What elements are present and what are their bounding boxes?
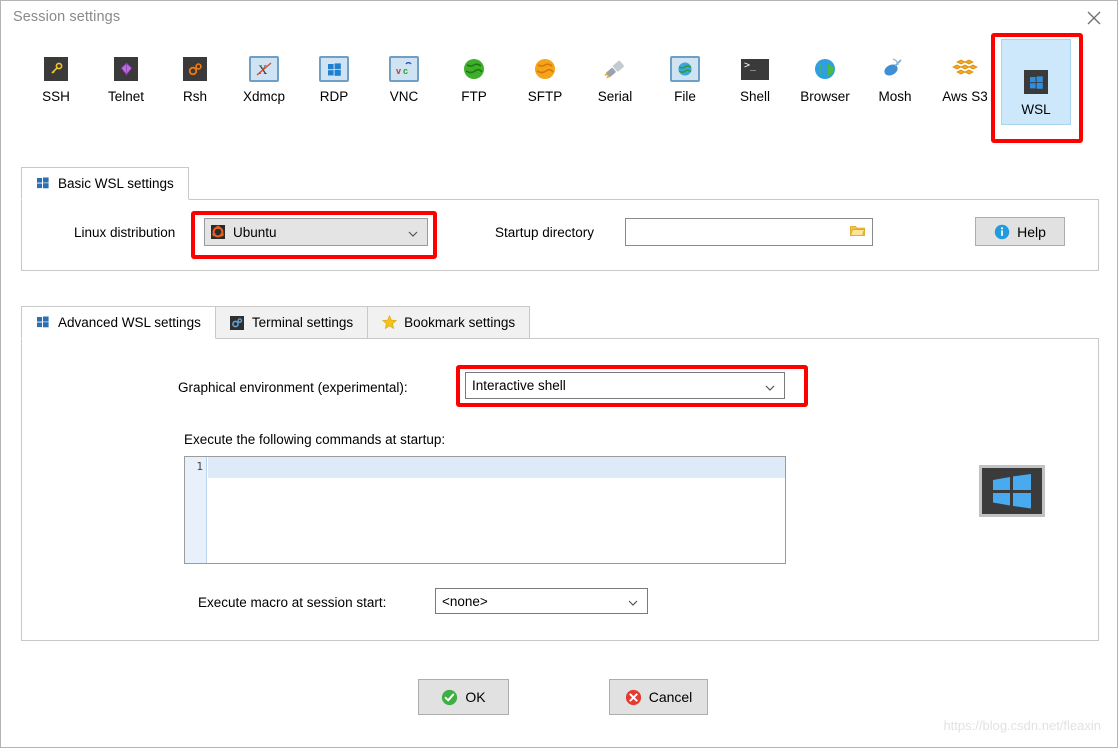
session-type-toolbar: SSH Telnet Rsh X Xdmcp RDP — [1, 33, 1117, 147]
graphical-environment-label: Graphical environment (experimental): — [178, 380, 408, 395]
session-settings-window: Session settings SSH Telnet Rsh Xdmcp RD… — [0, 0, 1118, 748]
session-type-aws-s3[interactable]: Aws S3 — [930, 53, 1000, 104]
session-type-wsl[interactable]: WSL — [1001, 39, 1071, 125]
aws-s3-boxes-icon — [949, 53, 981, 85]
browser-globe-icon — [809, 53, 841, 85]
help-button[interactable]: Help — [975, 217, 1065, 246]
windows-logo-icon — [979, 465, 1045, 517]
session-type-browser[interactable]: Browser — [790, 53, 860, 104]
execute-macro-value: <none> — [442, 593, 488, 609]
session-type-label: Telnet — [107, 89, 145, 104]
ssh-key-icon — [40, 53, 72, 85]
session-type-file[interactable]: File — [650, 53, 720, 104]
chevron-down-icon — [628, 596, 638, 606]
terminal-settings-icon — [230, 315, 245, 330]
session-type-label: Serial — [597, 89, 633, 104]
chevron-down-icon — [765, 381, 775, 391]
telnet-gem-icon — [110, 53, 142, 85]
file-monitor-icon — [669, 53, 701, 85]
session-type-label: Browser — [800, 89, 850, 104]
session-type-label: Aws S3 — [942, 89, 988, 104]
wsl-windows-icon — [1020, 66, 1052, 98]
cancel-circle-icon — [625, 689, 642, 706]
session-type-ftp[interactable]: FTP — [439, 53, 509, 104]
session-type-label: SSH — [42, 89, 70, 104]
tab-label: Terminal settings — [251, 315, 354, 330]
session-type-serial[interactable]: Serial — [580, 53, 650, 104]
execute-macro-select[interactable]: <none> — [435, 588, 648, 614]
session-type-label: File — [674, 89, 696, 104]
watermark-text: https://blog.csdn.net/fleaxin — [943, 718, 1101, 733]
vnc-monitor-icon: vc — [388, 53, 420, 85]
startup-directory-input[interactable] — [625, 218, 873, 246]
close-icon[interactable] — [1083, 7, 1105, 29]
ftp-green-globe-icon — [458, 53, 490, 85]
xdmcp-monitor-icon: X — [248, 53, 280, 85]
svg-text:c: c — [403, 66, 408, 76]
linux-distribution-value: Ubuntu — [233, 224, 277, 240]
tab-label: Basic WSL settings — [58, 176, 174, 191]
graphical-environment-select[interactable]: Interactive shell — [465, 372, 785, 399]
linux-distribution-select[interactable]: Ubuntu — [204, 218, 428, 246]
startup-commands-editor[interactable]: 1 — [184, 456, 786, 564]
ok-button[interactable]: OK — [418, 679, 509, 715]
tab-label: Bookmark settings — [404, 315, 516, 330]
session-type-mosh[interactable]: Mosh — [860, 53, 930, 104]
session-type-ssh[interactable]: SSH — [21, 53, 91, 104]
session-type-label: FTP — [461, 89, 487, 104]
basic-wsl-settings-panel: Linux distribution Ubuntu Startup direct… — [21, 199, 1099, 271]
tab-terminal-settings[interactable]: Terminal settings — [214, 306, 369, 339]
editor-line-numbers: 1 — [185, 457, 207, 563]
graphical-environment-value: Interactive shell — [472, 378, 566, 393]
session-type-label: RDP — [319, 89, 349, 104]
session-type-sftp[interactable]: SFTP — [510, 53, 580, 104]
session-type-label: WSL — [1021, 102, 1051, 117]
info-icon — [994, 224, 1010, 240]
mosh-satellite-icon — [879, 53, 911, 85]
session-type-label: SFTP — [527, 89, 563, 104]
session-type-label: Rsh — [182, 89, 207, 104]
title-bar: Session settings — [1, 1, 1117, 35]
windows-squares-icon — [36, 315, 51, 330]
advanced-panel-tabstrip: Advanced WSL settings Terminal settings … — [21, 306, 621, 339]
tab-bookmark-settings[interactable]: Bookmark settings — [367, 306, 531, 339]
session-type-label: Mosh — [878, 89, 912, 104]
tab-basic-wsl-settings[interactable]: Basic WSL settings — [21, 167, 189, 200]
folder-open-icon[interactable] — [849, 224, 866, 240]
advanced-wsl-settings-panel: Graphical environment (experimental): In… — [21, 338, 1099, 641]
tab-label: Advanced WSL settings — [58, 315, 201, 330]
cancel-button-label: Cancel — [648, 689, 693, 705]
sftp-orange-globe-icon — [529, 53, 561, 85]
shell-terminal-icon: >_ — [739, 53, 771, 85]
check-circle-icon — [441, 689, 458, 706]
window-title: Session settings — [13, 9, 121, 25]
ubuntu-icon — [211, 224, 226, 240]
execute-macro-label: Execute macro at session start: — [198, 595, 387, 610]
rdp-monitor-icon — [318, 53, 350, 85]
help-button-label: Help — [1017, 223, 1046, 240]
session-type-rsh[interactable]: Rsh — [160, 53, 230, 104]
session-type-shell[interactable]: >_ Shell — [720, 53, 790, 104]
session-type-label: Shell — [739, 89, 771, 104]
startup-directory-label: Startup directory — [495, 225, 595, 240]
tab-advanced-wsl-settings[interactable]: Advanced WSL settings — [21, 306, 216, 339]
cancel-button[interactable]: Cancel — [609, 679, 708, 715]
windows-squares-icon — [36, 176, 51, 191]
linux-distribution-label: Linux distribution — [74, 225, 176, 240]
editor-current-line-highlight — [208, 457, 785, 478]
session-type-label: VNC — [389, 89, 419, 104]
session-type-telnet[interactable]: Telnet — [91, 53, 161, 104]
session-type-xdmcp[interactable]: X Xdmcp — [229, 53, 299, 104]
session-type-vnc[interactable]: vc VNC — [369, 53, 439, 104]
startup-commands-label: Execute the following commands at startu… — [184, 432, 446, 447]
session-type-label: Xdmcp — [242, 89, 286, 104]
serial-plug-icon — [599, 53, 631, 85]
chevron-down-icon — [408, 227, 418, 237]
svg-text:v: v — [396, 66, 401, 76]
ok-button-label: OK — [465, 689, 486, 705]
rsh-gears-icon — [179, 53, 211, 85]
star-icon — [382, 315, 398, 330]
session-type-rdp[interactable]: RDP — [299, 53, 369, 104]
